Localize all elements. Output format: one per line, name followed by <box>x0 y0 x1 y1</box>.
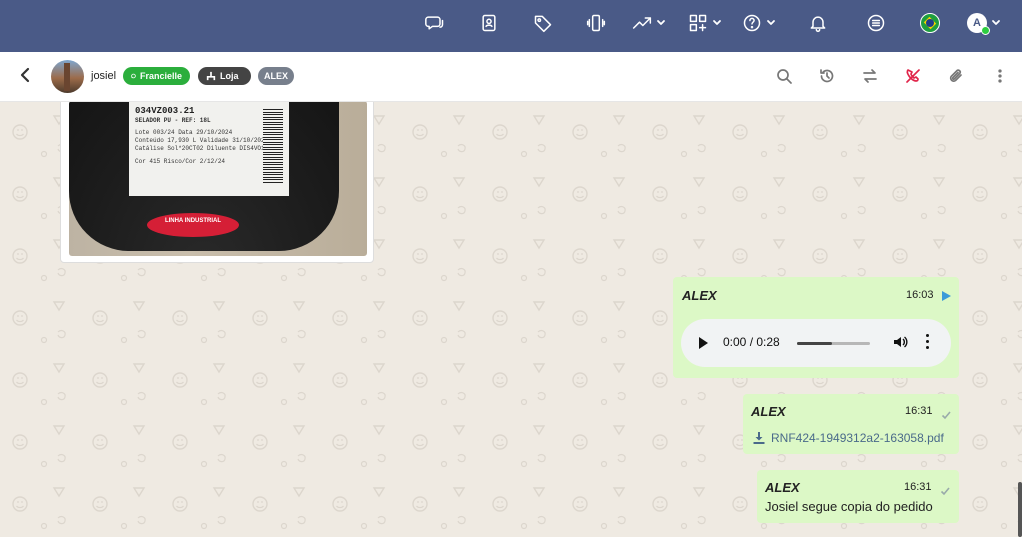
online-status-dot <box>981 26 990 35</box>
end-call-icon[interactable] <box>905 68 921 84</box>
pdf-file-link[interactable]: RNF424-1949312a2-163058.pdf <box>753 431 944 445</box>
audio-message[interactable]: ALEX 16:03 0:00 / 0:28 <box>673 277 959 378</box>
message-sender: ALEX <box>765 480 800 495</box>
play-icon[interactable] <box>699 337 708 349</box>
chevron-down-icon <box>657 20 665 25</box>
user-avatar[interactable]: A <box>967 12 1001 35</box>
contact-name[interactable]: josiel <box>91 70 116 82</box>
contact-avatar[interactable] <box>51 60 84 93</box>
audio-time: 0:00 / 0:28 <box>723 335 780 349</box>
tag-department[interactable]: Loja <box>198 67 251 85</box>
transfer-icon[interactable] <box>862 68 878 84</box>
help-icon[interactable] <box>742 12 776 34</box>
text-message[interactable]: ALEX 16:31 Josiel segue copia do pedido <box>757 470 959 523</box>
message-time: 16:31 <box>904 481 932 493</box>
tag-agent[interactable]: Francielle <box>123 67 190 85</box>
org-chart-icon <box>206 71 216 81</box>
barcode <box>263 109 283 183</box>
message-body: Josiel segue copia do pedido <box>765 499 933 514</box>
chevron-down-icon <box>767 20 775 25</box>
more-vertical-icon[interactable] <box>992 68 1008 84</box>
message-time: 16:03 <box>906 289 934 301</box>
chevron-down-icon <box>992 20 1000 25</box>
menu-list-icon[interactable] <box>866 12 886 34</box>
product-photo[interactable]: 034VZ003.21 SELADOR PU - REF: 18L Lote 0… <box>69 102 367 256</box>
whatsapp-icon <box>131 73 136 79</box>
chat-bubbles-icon[interactable] <box>425 12 445 34</box>
paint-bucket: 034VZ003.21 SELADOR PU - REF: 18L Lote 0… <box>69 102 339 251</box>
more-options-icon[interactable] <box>926 334 930 350</box>
bell-icon[interactable] <box>808 12 828 34</box>
trending-up-icon[interactable] <box>632 12 666 34</box>
audio-played-status-icon <box>942 291 951 301</box>
sent-check-icon <box>941 407 951 420</box>
contact-card-icon[interactable] <box>479 12 499 34</box>
search-icon[interactable] <box>776 68 792 84</box>
back-arrow-icon[interactable] <box>18 67 36 85</box>
chat-messages-area[interactable]: 034VZ003.21 SELADOR PU - REF: 18L Lote 0… <box>0 102 1022 537</box>
tag-icon[interactable] <box>533 12 553 34</box>
top-navigation-bar: A <box>0 0 1022 52</box>
download-icon <box>753 432 765 444</box>
message-time: 16:31 <box>905 405 933 417</box>
attach-icon[interactable] <box>948 68 964 84</box>
linha-industrial-sticker: LINHA INDUSTRIAL <box>147 213 239 237</box>
tag-user[interactable]: ALEX <box>258 67 294 85</box>
audio-player[interactable]: 0:00 / 0:28 <box>681 319 951 367</box>
message-sender: ALEX <box>751 404 786 419</box>
chat-header: josiel Francielle Loja ALEX <box>0 52 1022 102</box>
audio-seek-bar[interactable] <box>797 342 870 345</box>
phone-vibrate-icon[interactable] <box>586 12 606 34</box>
product-label: 034VZ003.21 SELADOR PU - REF: 18L Lote 0… <box>129 102 289 196</box>
audio-progress-fill <box>797 342 833 345</box>
chat-scrollbar[interactable] <box>1018 482 1022 537</box>
apps-grid-icon[interactable] <box>688 12 722 34</box>
file-message[interactable]: ALEX 16:31 RNF424-1949312a2-163058.pdf <box>743 394 959 454</box>
message-sender: ALEX <box>682 288 717 303</box>
image-message[interactable]: 034VZ003.21 SELADOR PU - REF: 18L Lote 0… <box>60 102 374 263</box>
brazil-flag-icon[interactable] <box>920 12 940 34</box>
sent-check-icon <box>940 483 950 496</box>
volume-icon[interactable] <box>892 334 908 350</box>
history-icon[interactable] <box>819 68 835 84</box>
chevron-down-icon <box>713 20 721 25</box>
